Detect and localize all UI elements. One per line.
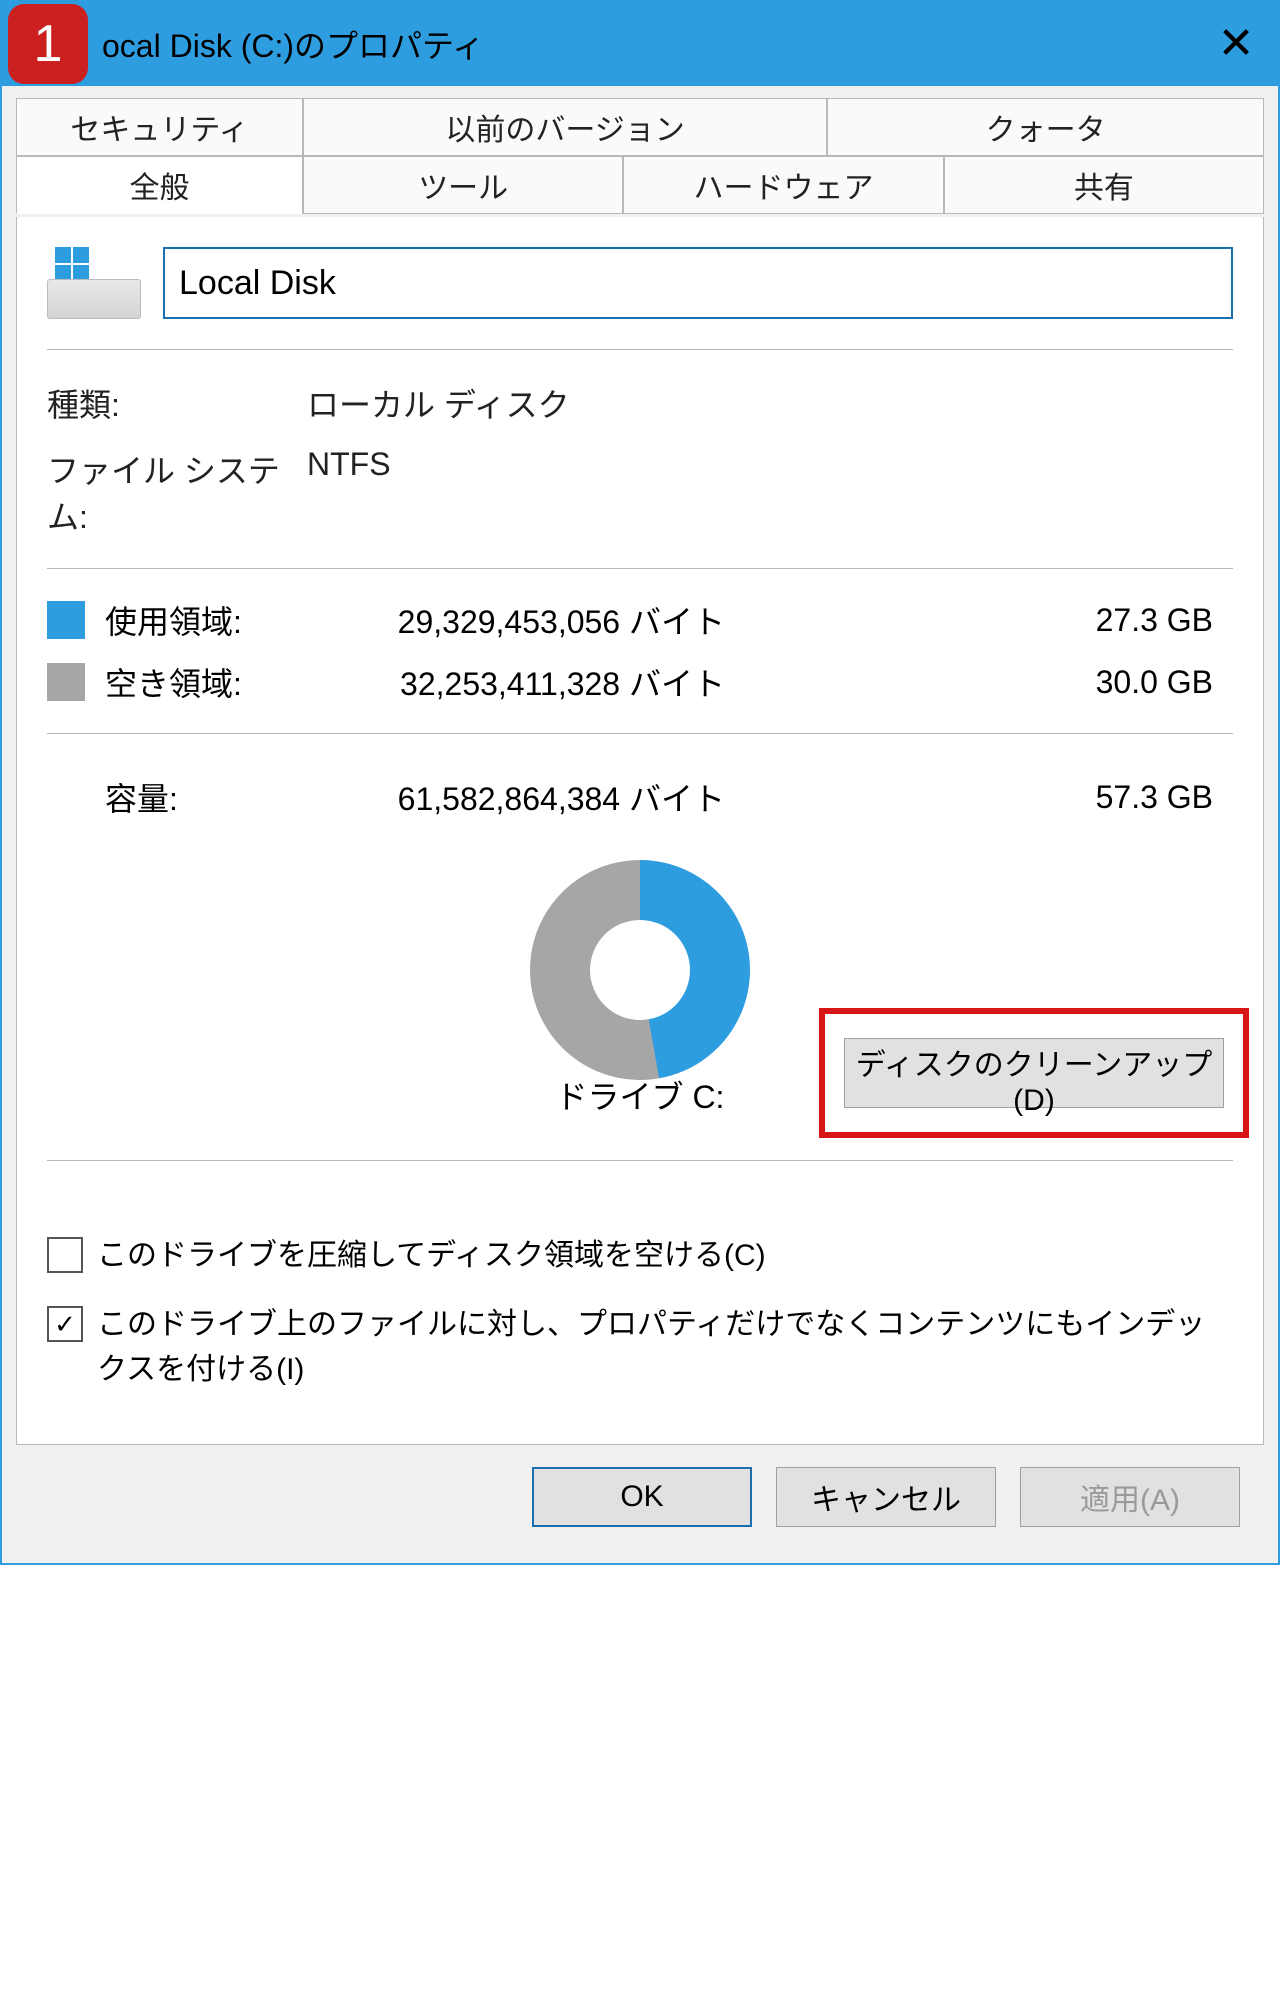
divider xyxy=(47,1160,1233,1161)
index-label: このドライブ上のファイルに対し、プロパティだけでなくコンテンツにもインデックスを… xyxy=(97,1302,1233,1392)
ok-button[interactable]: OK xyxy=(532,1467,752,1527)
volume-name-input[interactable] xyxy=(163,247,1233,319)
step-badge: 1 xyxy=(8,4,88,84)
divider xyxy=(47,349,1233,350)
capacity-label: 容量: xyxy=(47,774,305,820)
disk-cleanup-button[interactable]: ディスクのクリーンアップ(D) xyxy=(844,1038,1224,1108)
close-icon[interactable]: ✕ xyxy=(1206,22,1266,66)
free-swatch-icon xyxy=(47,663,85,701)
cleanup-highlight: ディスクのクリーンアップ(D) xyxy=(819,1008,1249,1138)
used-bytes: 29,329,453,056 バイト xyxy=(305,597,765,643)
free-label: 空き領域: xyxy=(105,659,305,705)
used-label: 使用領域: xyxy=(105,597,305,643)
type-value: ローカル ディスク xyxy=(307,380,1233,426)
type-label: 種類: xyxy=(47,380,307,426)
properties-dialog: 1 ocal Disk (C:)のプロパティ ✕ セキュリティ 以前のバージョン… xyxy=(0,0,1280,1565)
apply-button[interactable]: 適用(A) xyxy=(1020,1467,1240,1527)
compress-checkbox[interactable] xyxy=(47,1237,83,1273)
tab-hardware[interactable]: ハードウェア xyxy=(623,156,943,214)
titlebar[interactable]: ocal Disk (C:)のプロパティ ✕ xyxy=(2,2,1278,86)
divider xyxy=(47,733,1233,734)
general-panel: 種類: ローカル ディスク ファイル システム: NTFS 使用領域: 29,3… xyxy=(16,217,1264,1445)
index-checkbox[interactable]: ✓ xyxy=(47,1306,83,1342)
cancel-button[interactable]: キャンセル xyxy=(776,1467,996,1527)
tab-tools[interactable]: ツール xyxy=(303,156,623,214)
usage-pie-chart xyxy=(530,860,750,1080)
used-swatch-icon xyxy=(47,601,85,639)
capacity-human: 57.3 GB xyxy=(765,779,1233,816)
tab-previous-versions[interactable]: 以前のバージョン xyxy=(303,98,827,156)
free-bytes: 32,253,411,328 バイト xyxy=(305,659,765,705)
drive-icon xyxy=(47,247,139,319)
tab-strip: セキュリティ 以前のバージョン クォータ 全般 ツール ハードウェア 共有 xyxy=(16,98,1264,218)
free-human: 30.0 GB xyxy=(765,664,1233,701)
tab-sharing[interactable]: 共有 xyxy=(944,156,1264,214)
used-human: 27.3 GB xyxy=(765,602,1233,639)
capacity-bytes: 61,582,864,384 バイト xyxy=(305,774,765,820)
tab-quota[interactable]: クォータ xyxy=(827,98,1264,156)
dialog-buttons: OK キャンセル 適用(A) xyxy=(16,1445,1264,1549)
divider xyxy=(47,568,1233,569)
drive-label: ドライブ C: xyxy=(556,1072,725,1118)
client-area: セキュリティ 以前のバージョン クォータ 全般 ツール ハードウェア 共有 xyxy=(2,86,1278,1563)
compress-label: このドライブを圧縮してディスク領域を空ける(C) xyxy=(97,1233,766,1278)
filesystem-value: NTFS xyxy=(307,446,1233,538)
filesystem-label: ファイル システム: xyxy=(47,446,307,538)
tab-security[interactable]: セキュリティ xyxy=(16,98,303,156)
tab-general[interactable]: 全般 xyxy=(16,156,303,214)
